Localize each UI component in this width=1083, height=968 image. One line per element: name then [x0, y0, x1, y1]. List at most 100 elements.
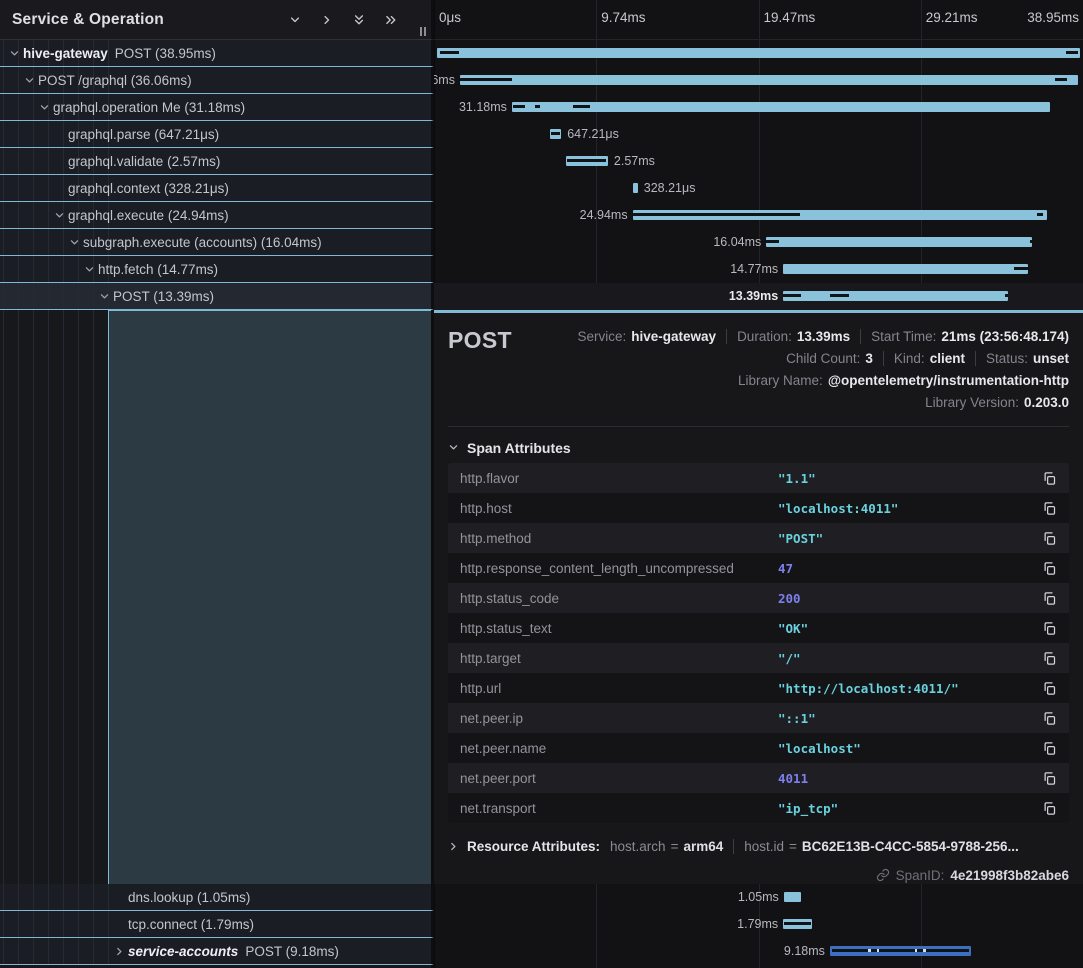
span-tree-item[interactable]: subgraph.execute (accounts) (16.04ms) [0, 229, 434, 256]
span-detail-region: POST Service:hive-gatewayDuration:13.39m… [0, 310, 1083, 884]
meta-label: Duration: [737, 329, 792, 344]
attribute-value: "POST" [778, 531, 1042, 546]
meta-value: 13.39ms [797, 329, 850, 344]
span-duration-label: 9.18ms [784, 938, 825, 965]
span-tree-item[interactable]: graphql.context (328.21μs) [0, 175, 434, 202]
span-bar[interactable] [633, 183, 638, 193]
span-tree-item[interactable]: POST /graphql (36.06ms) [0, 67, 434, 94]
copy-icon[interactable] [1042, 531, 1057, 546]
span-timeline-cell: 328.21μs [434, 175, 1083, 202]
attribute-value: "localhost" [778, 741, 1042, 756]
chevron-down-icon[interactable] [36, 102, 53, 113]
child-span-tick [551, 132, 559, 135]
attribute-row: http.url"http://localhost:4011/" [448, 673, 1069, 703]
resource-attributes-title: Resource Attributes: [467, 839, 600, 854]
copy-icon[interactable] [1042, 561, 1057, 576]
span-tree-item[interactable]: graphql.parse (647.21μs) [0, 121, 434, 148]
chevron-right-icon[interactable] [321, 14, 333, 26]
span-duration-label: 36.06ms [434, 67, 455, 94]
span-bar[interactable] [550, 129, 561, 139]
copy-icon[interactable] [1042, 501, 1057, 516]
span-tree-item[interactable]: graphql.operation Me (31.18ms) [0, 94, 434, 121]
copy-icon[interactable] [1042, 741, 1057, 756]
copy-icon[interactable] [1042, 591, 1057, 606]
span-bar[interactable] [512, 102, 1050, 112]
chevron-down-icon[interactable] [66, 237, 83, 248]
span-tree-item[interactable]: tcp.connect (1.79ms) [0, 911, 434, 938]
divider [883, 351, 884, 366]
span-bar[interactable] [633, 210, 1047, 220]
copy-icon[interactable] [1042, 621, 1057, 636]
span-bar[interactable] [784, 892, 801, 902]
copy-icon[interactable] [1042, 801, 1057, 816]
copy-icon[interactable] [1042, 651, 1057, 666]
span-rows-top: hive-gatewayPOST (38.95ms)POST /graphql … [0, 40, 1083, 310]
span-operation-label: dns.lookup (1.05ms) [128, 890, 250, 905]
span-operation-label: graphql.validate (2.57ms) [68, 154, 220, 169]
chevron-down-icon[interactable] [289, 14, 301, 26]
meta-value: 21ms (23:56:48.174) [941, 329, 1069, 344]
span-attributes-toggle[interactable]: Span Attributes [448, 439, 1069, 456]
meta-label: Status: [986, 351, 1028, 366]
chevron-down-icon[interactable] [51, 210, 68, 221]
span-row: graphql.execute (24.94ms)24.94ms [0, 202, 1083, 229]
attribute-value: "localhost:4011" [778, 501, 1042, 516]
span-bar[interactable] [460, 75, 1078, 85]
span-attributes-table: http.flavor"1.1"http.host"localhost:4011… [448, 463, 1069, 823]
link-icon[interactable] [876, 868, 890, 882]
copy-icon[interactable] [1042, 771, 1057, 786]
span-timeline-cell: 16.04ms [434, 229, 1083, 256]
span-tree-item[interactable]: graphql.execute (24.94ms) [0, 202, 434, 229]
service-name: hive-gateway [23, 46, 108, 61]
chevron-down-icon[interactable] [6, 48, 23, 59]
attribute-value: "/" [778, 651, 1042, 666]
attribute-value: 4011 [778, 771, 1042, 786]
span-row: graphql.context (328.21μs)328.21μs [0, 175, 1083, 202]
resource-attributes-toggle[interactable]: Resource Attributes: host.arch=arm64host… [448, 835, 1069, 857]
child-span-tick [783, 294, 801, 297]
attribute-key: http.target [460, 651, 778, 666]
span-row: graphql.operation Me (31.18ms)31.18ms [0, 94, 1083, 121]
chevron-right-icon[interactable] [111, 946, 128, 957]
span-tree-item[interactable]: graphql.validate (2.57ms) [0, 148, 434, 175]
meta-value: unset [1033, 351, 1069, 366]
span-tree-item[interactable]: service-accountsPOST (9.18ms) [0, 938, 434, 965]
span-operation-label: graphql.execute (24.94ms) [68, 208, 229, 223]
column-resize-handle[interactable] [420, 27, 426, 36]
copy-icon[interactable] [1042, 471, 1057, 486]
chevron-down-icon[interactable] [21, 75, 38, 86]
span-operation-label: graphql.operation Me (31.18ms) [53, 100, 245, 115]
span-bar[interactable] [783, 291, 1008, 301]
span-timeline-cell: 9.18ms [434, 938, 1083, 965]
span-bar[interactable] [830, 946, 971, 956]
span-meta-line: Library Name:@opentelemetry/instrumentat… [512, 369, 1069, 391]
span-tree-item[interactable]: hive-gatewayPOST (38.95ms) [0, 40, 434, 67]
span-tree-item[interactable]: http.fetch (14.77ms) [0, 256, 434, 283]
span-bar[interactable] [566, 156, 608, 166]
span-tree-item[interactable]: dns.lookup (1.05ms) [0, 884, 434, 911]
span-tree-item[interactable]: POST (13.39ms) [0, 283, 434, 310]
selected-span-overlay [108, 310, 431, 884]
meta-label: Child Count: [786, 351, 860, 366]
copy-icon[interactable] [1042, 711, 1057, 726]
child-span-dot [877, 949, 880, 952]
span-bar[interactable] [437, 48, 1081, 58]
attribute-row: http.status_code200 [448, 583, 1069, 613]
chevron-down-icon[interactable] [96, 291, 113, 302]
attribute-key: http.status_code [460, 591, 778, 606]
span-operation-label: subgraph.execute (accounts) (16.04ms) [83, 235, 322, 250]
attribute-key: net.peer.ip [460, 711, 778, 726]
copy-icon[interactable] [1042, 681, 1057, 696]
double-chevron-right-icon[interactable] [385, 14, 397, 26]
span-bar[interactable] [783, 919, 812, 929]
attribute-key: http.flavor [460, 471, 778, 486]
resource-key: host.arch [610, 839, 666, 854]
span-duration-label: 14.77ms [730, 256, 778, 283]
span-timeline-cell: 14.77ms [434, 256, 1083, 283]
span-bar[interactable] [783, 264, 1028, 274]
span-bar[interactable] [766, 237, 1032, 247]
chevron-down-icon[interactable] [81, 264, 98, 275]
double-chevron-down-icon[interactable] [353, 14, 365, 26]
resource-value: BC62E13B-C4CC-5854-9788-256... [802, 839, 1019, 854]
attribute-row: net.peer.port4011 [448, 763, 1069, 793]
